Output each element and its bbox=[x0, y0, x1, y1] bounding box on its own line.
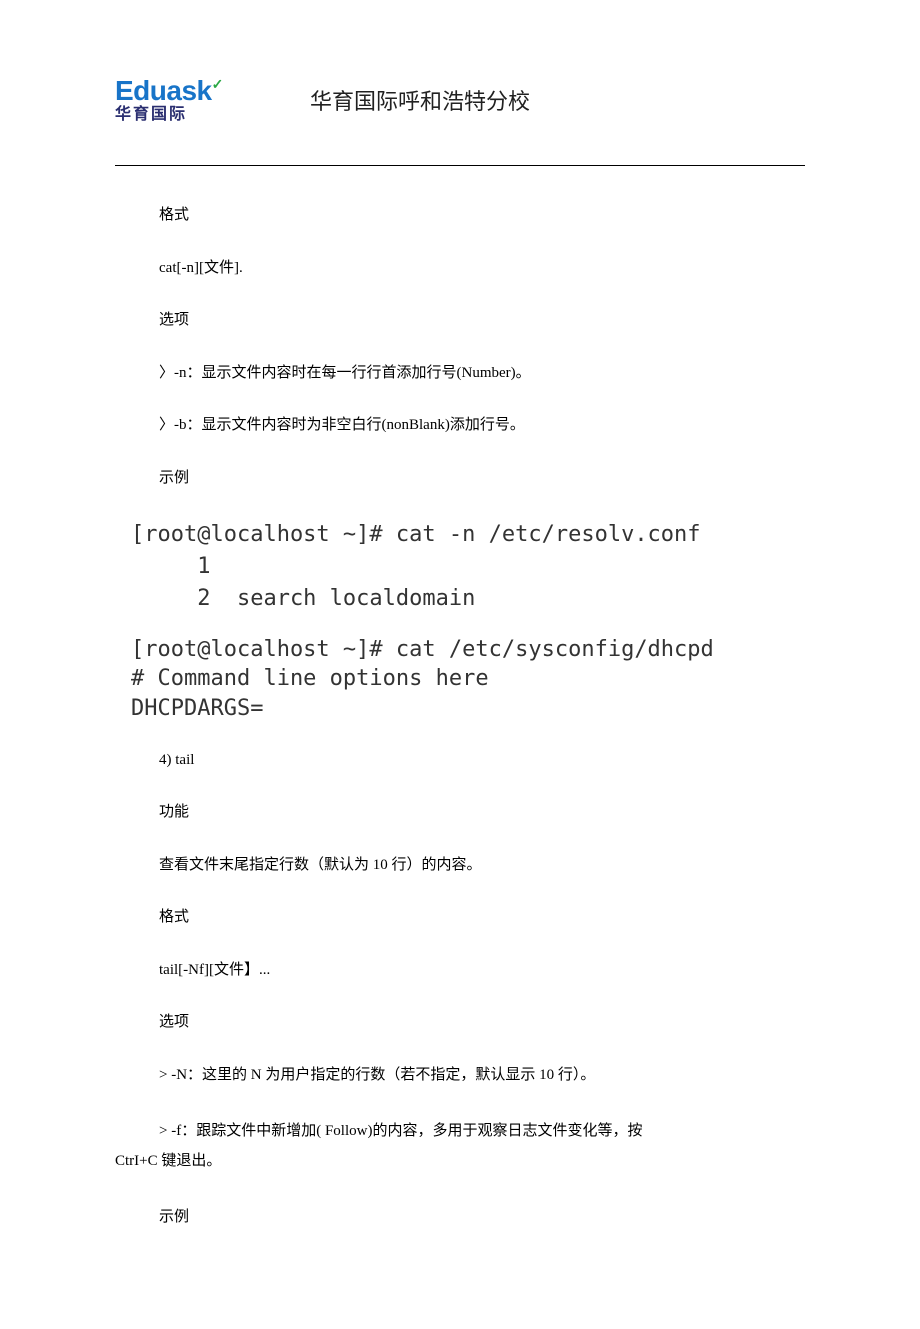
option-n: 〉-n：显示文件内容时在每一行行首添加行号(Number)。 bbox=[115, 362, 805, 385]
divider bbox=[115, 165, 805, 166]
option-f-line2: CtrI+C 键退出。 bbox=[115, 1153, 221, 1169]
label-example-1: 示例 bbox=[115, 467, 805, 490]
option-f: > -f：跟踪文件中新增加( Follow)的内容，多用于观察日志文件变化等，按… bbox=[115, 1116, 805, 1176]
option-f-line1: > -f：跟踪文件中新增加( Follow)的内容，多用于观察日志文件变化等，按 bbox=[115, 1123, 642, 1139]
code-line: # Command line options here bbox=[131, 664, 805, 694]
code-line: DHCPDARGS= bbox=[131, 694, 805, 724]
tail-description: 查看文件末尾指定行数（默认为 10 行）的内容。 bbox=[115, 854, 805, 877]
label-example-2: 示例 bbox=[115, 1206, 805, 1229]
document-header: Eduask✓ 华育国际 华育国际呼和浩特分校 bbox=[115, 70, 805, 130]
option-big-n: > -N：这里的 N 为用户指定的行数（若不指定，默认显示 10 行）。 bbox=[115, 1064, 805, 1087]
code-example-1: [root@localhost ~]# cat -n /etc/resolv.c… bbox=[131, 519, 805, 615]
option-b: 〉-b：显示文件内容时为非空白行(nonBlank)添加行号。 bbox=[115, 414, 805, 437]
cat-syntax: cat[-n][文件]. bbox=[115, 257, 805, 280]
tail-syntax: tail[-Nf][文件】... bbox=[115, 959, 805, 982]
header-title: 华育国际呼和浩特分校 bbox=[280, 84, 530, 116]
label-options-1: 选项 bbox=[115, 309, 805, 332]
logo: Eduask✓ 华育国际 bbox=[115, 70, 250, 130]
code-line: [root@localhost ~]# cat /etc/sysconfig/d… bbox=[131, 635, 805, 665]
code-line: [root@localhost ~]# cat -n /etc/resolv.c… bbox=[131, 519, 805, 551]
logo-text-bottom: 华育国际 bbox=[115, 107, 187, 123]
item-tail: 4) tail bbox=[115, 749, 805, 772]
code-line: 2 search localdomain bbox=[131, 583, 805, 615]
logo-text-top: Eduask✓ bbox=[115, 77, 223, 105]
label-format-2: 格式 bbox=[115, 906, 805, 929]
label-options-2: 选项 bbox=[115, 1011, 805, 1034]
code-line: 1 bbox=[131, 551, 805, 583]
label-function: 功能 bbox=[115, 801, 805, 824]
code-example-2: [root@localhost ~]# cat /etc/sysconfig/d… bbox=[131, 635, 805, 724]
label-format-1: 格式 bbox=[115, 204, 805, 227]
